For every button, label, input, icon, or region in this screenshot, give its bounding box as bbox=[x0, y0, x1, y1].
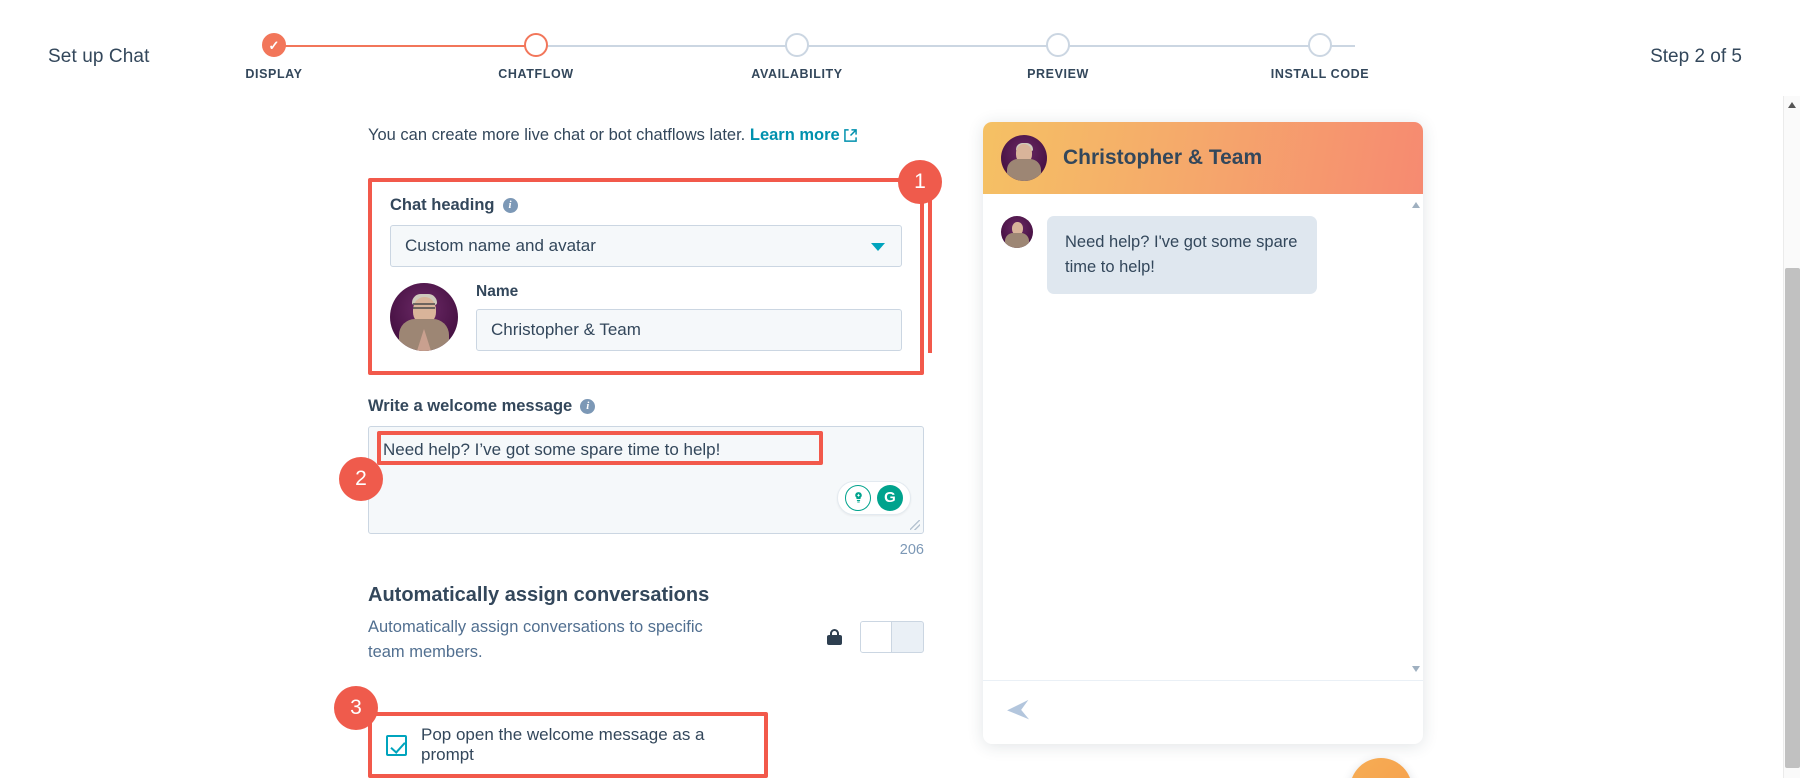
regenerate-icon[interactable]: G bbox=[877, 484, 903, 511]
avatar-body bbox=[1005, 233, 1029, 248]
welcome-message-textarea[interactable]: Need help? I’ve got some spare time to h… bbox=[339, 425, 924, 534]
welcome-message-label: Write a welcome message bbox=[368, 396, 573, 415]
chat-preview-header: Christopher & Team bbox=[983, 122, 1423, 194]
intro-text: You can create more live chat or bot cha… bbox=[368, 124, 924, 150]
step-install-code[interactable]: INSTALL CODE bbox=[1240, 26, 1400, 81]
step-dot-display: ✓ bbox=[262, 33, 286, 57]
name-label: Name bbox=[476, 282, 519, 300]
avatar-glasses bbox=[413, 303, 435, 310]
step-label-chatflow: CHATFLOW bbox=[498, 67, 574, 81]
send-icon[interactable] bbox=[1004, 697, 1031, 729]
auto-assign-controls bbox=[827, 615, 924, 653]
chat-preview-body: Need help? I've got some spare time to h… bbox=[983, 194, 1423, 680]
chat-header-avatar bbox=[1001, 135, 1047, 181]
welcome-label-row: Write a welcome message i bbox=[368, 397, 924, 416]
resize-handle[interactable] bbox=[910, 519, 920, 530]
step-dot-availability bbox=[785, 33, 809, 57]
external-link-icon[interactable] bbox=[843, 126, 857, 150]
annotation-badge-3: 3 bbox=[334, 686, 378, 731]
popup-prompt-checkbox[interactable] bbox=[386, 734, 407, 756]
step-chatflow[interactable]: CHATFLOW bbox=[456, 26, 616, 81]
step-label-display: DISPLAY bbox=[245, 67, 303, 81]
chat-heading-group: 1 Chat heading i Custom name and avatar … bbox=[368, 159, 942, 375]
step-dot-chatflow bbox=[524, 33, 548, 57]
lightbulb-icon[interactable] bbox=[845, 484, 871, 511]
auto-assign-toggle[interactable] bbox=[860, 620, 924, 653]
intro-sentence: You can create more live chat or bot cha… bbox=[368, 126, 746, 144]
step-label-preview: PREVIEW bbox=[1027, 67, 1089, 81]
popup-prompt-group: 3 Pop open the welcome message as a prom… bbox=[334, 686, 924, 778]
scrollbar-thumb[interactable] bbox=[1785, 268, 1800, 768]
name-row: Name Christopher & Team bbox=[390, 282, 902, 351]
auto-assign-row: Automatically assign conversations to sp… bbox=[368, 615, 924, 666]
name-fields: Name Christopher & Team bbox=[476, 283, 902, 351]
chat-message-avatar bbox=[1001, 216, 1033, 248]
annotation-badge-2: 2 bbox=[339, 456, 383, 501]
auto-assign-section: Automatically assign conversations Autom… bbox=[368, 584, 924, 666]
name-input[interactable]: Christopher & Team bbox=[476, 308, 902, 351]
step-preview[interactable]: PREVIEW bbox=[978, 26, 1138, 81]
display-settings-form: You can create more live chat or bot cha… bbox=[334, 124, 942, 778]
lock-body bbox=[827, 634, 842, 645]
chat-launcher-button[interactable] bbox=[1350, 758, 1412, 778]
toggle-knob bbox=[861, 621, 892, 652]
step-label-install-code: INSTALL CODE bbox=[1270, 67, 1370, 81]
chat-preview-title: Christopher & Team bbox=[1063, 146, 1263, 169]
ai-assist-controls: G bbox=[837, 480, 911, 515]
avatar[interactable] bbox=[390, 282, 458, 351]
chat-message-row: Need help? I've got some spare time to h… bbox=[1001, 216, 1405, 294]
chat-preview-widget: Christopher & Team Need help? I've got s… bbox=[983, 122, 1423, 744]
auto-assign-title: Automatically assign conversations bbox=[368, 583, 710, 606]
chat-heading-value: Custom name and avatar bbox=[405, 235, 596, 255]
chat-scrollbar[interactable] bbox=[1412, 202, 1421, 672]
step-counter: Step 2 of 5 bbox=[1650, 46, 1742, 67]
scrollbar-up-arrow-icon[interactable] bbox=[1788, 102, 1796, 108]
annotation-box-3: Pop open the welcome message as a prompt bbox=[368, 712, 768, 778]
setup-header: Set up Chat Step 2 of 5 ✓ DISPLAY CHATFL… bbox=[0, 0, 1800, 96]
chat-heading-label: Chat heading bbox=[390, 195, 495, 214]
check-icon: ✓ bbox=[268, 38, 280, 53]
chevron-down-icon[interactable] bbox=[871, 242, 885, 251]
page-title: Set up Chat bbox=[48, 46, 150, 67]
chat-heading-select[interactable]: Custom name and avatar bbox=[390, 224, 902, 267]
welcome-message-group: Write a welcome message i Need help? I’v… bbox=[339, 397, 924, 558]
info-icon[interactable]: i bbox=[580, 398, 596, 414]
step-label-availability: AVAILABILITY bbox=[751, 67, 843, 81]
auto-assign-description: Automatically assign conversations to sp… bbox=[368, 617, 703, 662]
step-availability[interactable]: AVAILABILITY bbox=[717, 26, 877, 81]
browser-scrollbar[interactable] bbox=[1783, 96, 1800, 778]
learn-more-link[interactable]: Learn more bbox=[750, 126, 840, 144]
chat-message-bubble: Need help? I've got some spare time to h… bbox=[1047, 216, 1317, 294]
step-display[interactable]: ✓ DISPLAY bbox=[194, 26, 354, 81]
welcome-message-value: Need help? I’ve got some spare time to h… bbox=[383, 439, 721, 459]
scroll-up-icon[interactable] bbox=[1412, 202, 1420, 208]
character-count: 206 bbox=[899, 541, 924, 558]
chat-heading-label-row: Chat heading i bbox=[390, 196, 902, 215]
chat-preview-footer bbox=[983, 680, 1423, 744]
scroll-down-icon[interactable] bbox=[1412, 666, 1420, 672]
step-dot-preview bbox=[1046, 33, 1070, 57]
info-icon[interactable]: i bbox=[502, 197, 518, 213]
annotation-badge-1: 1 bbox=[898, 159, 942, 204]
lock-icon bbox=[827, 628, 842, 645]
popup-prompt-label: Pop open the welcome message as a prompt bbox=[421, 725, 705, 765]
step-dot-install-code bbox=[1308, 33, 1332, 57]
progress-stepper: ✓ DISPLAY CHATFLOW AVAILABILITY PREVIEW … bbox=[245, 26, 1369, 86]
avatar-body bbox=[1007, 159, 1041, 181]
